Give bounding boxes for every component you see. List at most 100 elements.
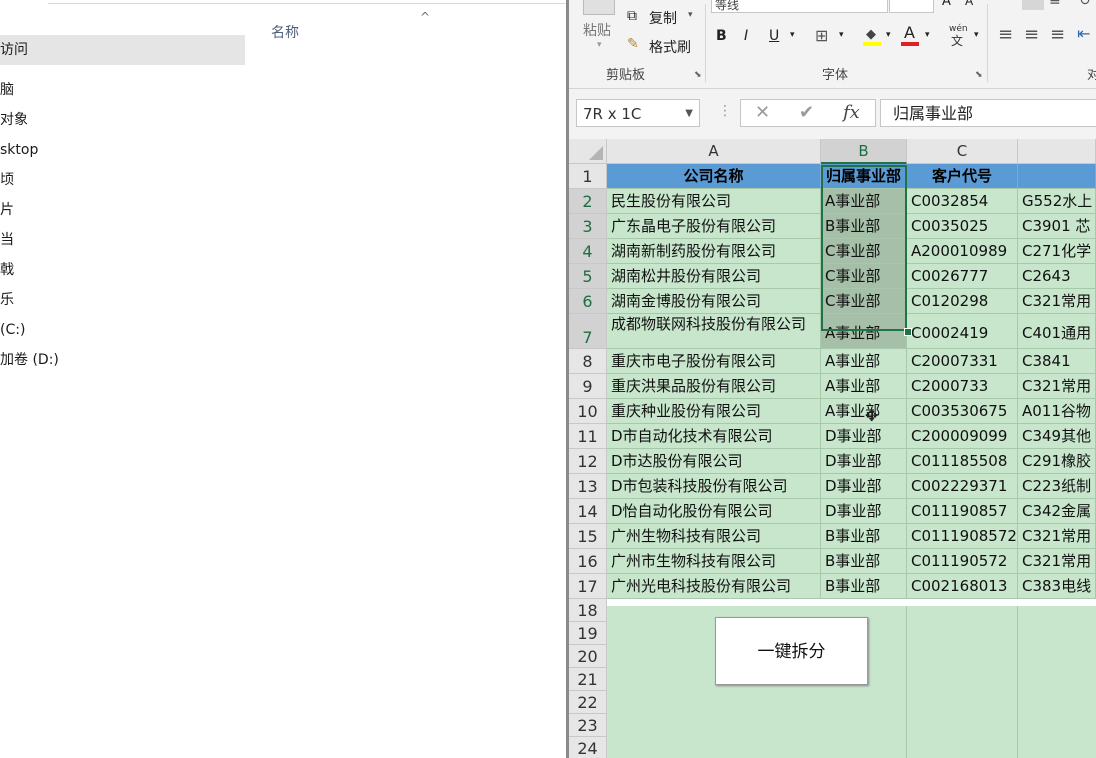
table-cell[interactable]: C200009099 — [907, 424, 1018, 449]
nav-item-music[interactable]: 乐 — [0, 285, 245, 315]
table-cell[interactable]: C事业部 — [821, 239, 907, 264]
column-header-d[interactable] — [1018, 139, 1096, 164]
cancel-icon[interactable]: ✕ — [755, 102, 770, 123]
nav-item-drive-d[interactable]: 加卷 (D:) — [0, 345, 245, 375]
row-header[interactable]: 10 — [569, 399, 607, 424]
row-header[interactable]: 14 — [569, 499, 607, 524]
grow-font-button[interactable]: A — [942, 0, 951, 9]
table-cell[interactable]: C383电线 — [1018, 574, 1096, 599]
table-cell[interactable]: C321常用 — [1018, 289, 1096, 314]
column-header-b[interactable]: B — [821, 139, 907, 164]
split-button[interactable]: 一键拆分 — [715, 617, 868, 685]
table-cell[interactable]: 湖南新制药股份有限公司 — [607, 239, 821, 264]
table-cell[interactable]: C342金属 — [1018, 499, 1096, 524]
table-cell[interactable]: B事业部 — [821, 524, 907, 549]
nav-item-3d-objects[interactable]: 对象 — [0, 105, 245, 135]
table-cell[interactable]: C401通用 — [1018, 314, 1096, 349]
table-cell[interactable]: 成都物联网科技股份有限公司 — [607, 314, 821, 349]
table-cell[interactable]: C003530675 — [907, 399, 1018, 424]
row-header[interactable]: 3 — [569, 214, 607, 239]
fill-handle[interactable] — [904, 328, 912, 336]
italic-button[interactable]: I — [744, 28, 748, 44]
header-cell[interactable]: 公司名称 — [607, 164, 821, 189]
row-header[interactable]: 8 — [569, 349, 607, 374]
table-cell[interactable]: C0002419 — [907, 314, 1018, 349]
paste-button[interactable]: 粘贴 — [583, 20, 611, 40]
borders-dropdown-icon[interactable]: ▾ — [839, 30, 844, 40]
table-cell[interactable]: C291橡胶 — [1018, 449, 1096, 474]
table-cell[interactable]: A事业部 — [821, 189, 907, 214]
table-cell[interactable]: C0120298 — [907, 289, 1018, 314]
fill-color-icon[interactable]: ◆ — [863, 26, 881, 46]
nav-item-downloads[interactable]: 戟 — [0, 255, 245, 285]
shrink-font-button[interactable]: A — [965, 0, 973, 8]
table-cell[interactable]: A事业部 — [821, 374, 907, 399]
table-cell[interactable]: 重庆洪果品股份有限公司 — [607, 374, 821, 399]
table-cell[interactable]: 广州光电科技股份有限公司 — [607, 574, 821, 599]
table-cell[interactable]: C271化学 — [1018, 239, 1096, 264]
table-cell[interactable]: 广东晶电子股份有限公司 — [607, 214, 821, 239]
row-header[interactable]: 9 — [569, 374, 607, 399]
table-cell[interactable]: C2643 — [1018, 264, 1096, 289]
paste-dropdown-icon[interactable]: ▾ — [597, 40, 602, 50]
phonetic-dropdown-icon[interactable]: ▾ — [974, 30, 979, 40]
format-painter-button[interactable]: 格式刷 — [649, 37, 691, 57]
table-cell[interactable]: D事业部 — [821, 499, 907, 524]
row-header[interactable]: 18 — [569, 599, 607, 622]
table-cell[interactable]: C2000733 — [907, 374, 1018, 399]
row-header[interactable]: 13 — [569, 474, 607, 499]
table-cell[interactable]: B事业部 — [821, 549, 907, 574]
formula-input[interactable]: 归属事业部 — [880, 99, 1096, 127]
row-header[interactable]: 22 — [569, 691, 607, 714]
phonetic-icon[interactable]: wén 文 — [949, 24, 969, 48]
table-cell[interactable]: A事业部 — [821, 399, 907, 424]
formula-bar-grip-icon[interactable]: ⋮ — [718, 103, 732, 119]
indent-icon[interactable]: ⇤ — [1077, 24, 1090, 43]
table-cell[interactable]: C3841 — [1018, 349, 1096, 374]
table-cell[interactable]: C002168013 — [907, 574, 1018, 599]
copy-dropdown-icon[interactable]: ▾ — [688, 10, 693, 20]
table-cell[interactable]: C321常用 — [1018, 374, 1096, 399]
table-cell[interactable]: 湖南松井股份有限公司 — [607, 264, 821, 289]
name-column-header[interactable]: 名称 — [271, 22, 299, 42]
row-header[interactable]: 1 — [569, 164, 607, 189]
paste-icon[interactable] — [583, 0, 615, 15]
name-box[interactable]: 7R x 1C ▼ — [576, 99, 700, 127]
table-cell[interactable]: 重庆市电子股份有限公司 — [607, 349, 821, 374]
nav-item-quick-access[interactable]: 访问 — [0, 35, 245, 65]
nav-item-this-pc[interactable]: 脑 — [0, 75, 245, 105]
align-left-icon[interactable]: ≡ — [998, 24, 1013, 45]
table-cell[interactable]: A200010989 — [907, 239, 1018, 264]
row-header[interactable]: 24 — [569, 737, 607, 758]
font-launcher-icon[interactable]: ⬊ — [975, 70, 983, 80]
table-cell[interactable]: D市自动化技术有限公司 — [607, 424, 821, 449]
table-cell[interactable]: 广州市生物科技有限公司 — [607, 549, 821, 574]
font-name-box[interactable]: 等线 — [711, 0, 888, 13]
row-header[interactable]: 20 — [569, 645, 607, 668]
table-cell[interactable]: D事业部 — [821, 424, 907, 449]
table-cell[interactable]: C011185508 — [907, 449, 1018, 474]
table-cell[interactable]: 民生股份有限公司 — [607, 189, 821, 214]
table-cell[interactable]: C321常用 — [1018, 549, 1096, 574]
table-cell[interactable]: G552水上 — [1018, 189, 1096, 214]
borders-icon[interactable]: ⊞ — [815, 26, 828, 45]
row-header[interactable]: 2 — [569, 189, 607, 214]
font-color-icon[interactable]: A — [901, 23, 919, 46]
nav-item-documents[interactable]: 当 — [0, 225, 245, 255]
table-cell[interactable]: C0035025 — [907, 214, 1018, 239]
table-cell[interactable]: C0111908572 — [907, 524, 1018, 549]
table-cell[interactable]: D事业部 — [821, 449, 907, 474]
table-cell[interactable]: A011谷物 — [1018, 399, 1096, 424]
row-header[interactable]: 15 — [569, 524, 607, 549]
row-header[interactable]: 19 — [569, 622, 607, 645]
align-center-icon[interactable]: ≡ — [1024, 24, 1039, 45]
header-cell[interactable] — [1018, 164, 1096, 189]
middle-align-icon[interactable]: ≡ — [1049, 0, 1061, 9]
row-header[interactable]: 6 — [569, 289, 607, 314]
nav-item-pictures[interactable]: 片 — [0, 195, 245, 225]
row-header[interactable]: 4 — [569, 239, 607, 264]
table-cell[interactable]: C0032854 — [907, 189, 1018, 214]
top-align-icon[interactable] — [1022, 0, 1044, 10]
table-cell[interactable]: B事业部 — [821, 574, 907, 599]
row-header[interactable]: 16 — [569, 549, 607, 574]
